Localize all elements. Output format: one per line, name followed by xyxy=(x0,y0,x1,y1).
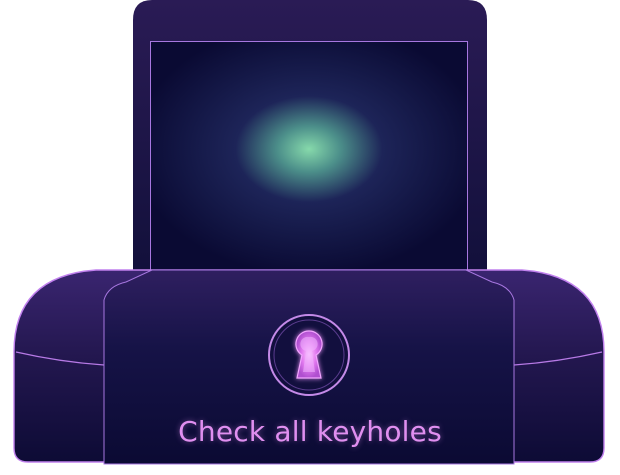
monitor-screen xyxy=(150,41,468,271)
hint-text: Check all keyholes xyxy=(178,415,442,448)
monitor xyxy=(133,0,487,271)
keyhole-button[interactable] xyxy=(267,314,351,398)
scene-illustration xyxy=(13,0,605,465)
game-scene: Check all keyholes xyxy=(0,0,620,475)
